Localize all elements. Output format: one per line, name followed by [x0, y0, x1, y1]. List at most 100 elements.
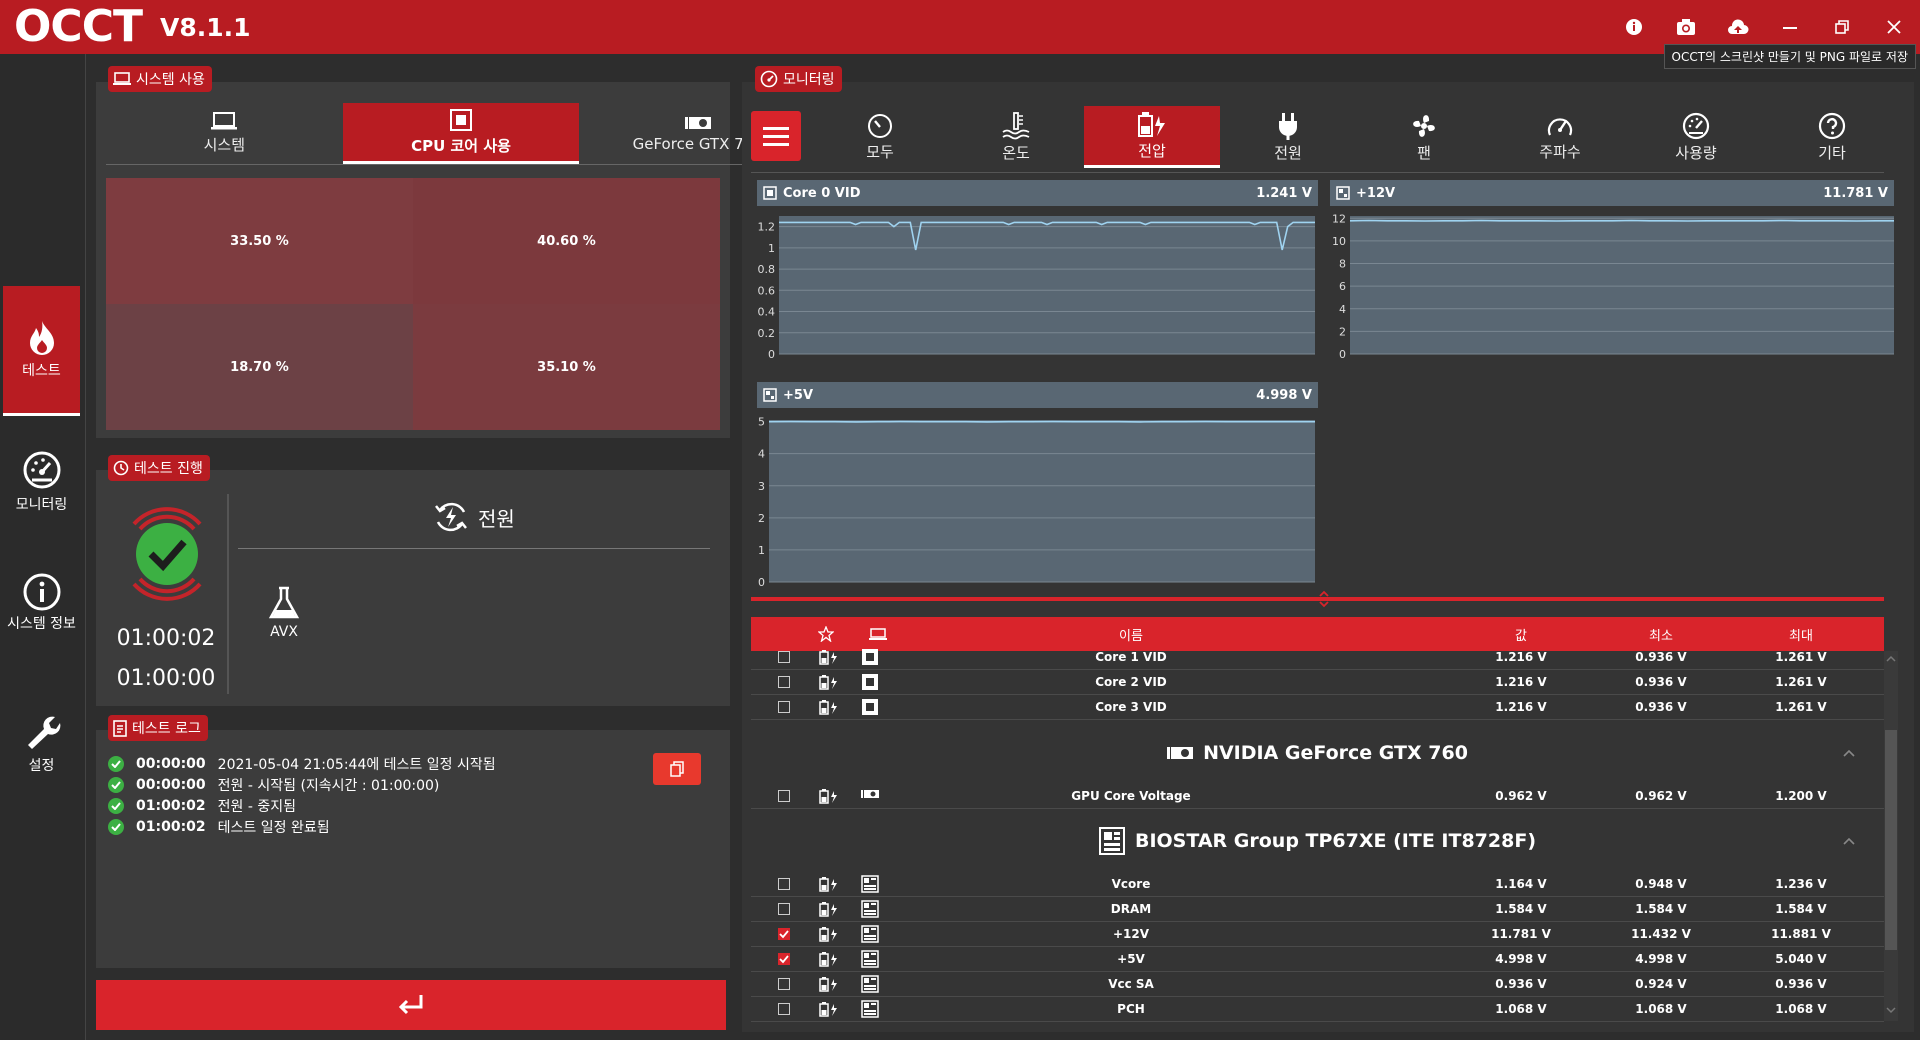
- tab-frequency[interactable]: 주파수: [1492, 106, 1628, 168]
- sidebar-item-system-info[interactable]: 시스템 정보: [3, 572, 80, 633]
- chart-12v: +12V 11.781 V 12 10 8 6 4 2 0: [1330, 180, 1894, 376]
- tab-all[interactable]: 모두: [812, 106, 948, 168]
- table-row[interactable]: Vcc SA 0.936 V 0.924 V 0.936 V: [751, 972, 1884, 997]
- cell-name: Core 2 VID: [1095, 675, 1167, 689]
- group-header-motherboard[interactable]: BIOSTAR Group TP67XE (ITE IT8728F): [751, 816, 1884, 866]
- y-tick-label: 0: [1339, 348, 1346, 361]
- splitter-handle-icon[interactable]: [1318, 589, 1330, 609]
- chevron-up-icon[interactable]: [1842, 836, 1856, 846]
- star-icon: [818, 626, 834, 642]
- y-tick-label: 4: [1339, 303, 1346, 316]
- camera-icon[interactable]: [1672, 13, 1700, 41]
- row-checkbox[interactable]: [778, 676, 790, 688]
- fan-icon: [1413, 114, 1435, 137]
- log-entry: 01:00:02 전원 - 중지됨: [108, 796, 296, 816]
- y-tick-label: 12: [1332, 212, 1346, 225]
- plot-area: [1350, 216, 1894, 354]
- battery-charge-icon: [819, 1001, 839, 1020]
- check-icon: [108, 756, 124, 772]
- close-icon[interactable]: [1880, 13, 1908, 41]
- tab-usage[interactable]: 사용량: [1628, 106, 1764, 168]
- row-checkbox[interactable]: [778, 953, 790, 965]
- tab-other[interactable]: 기타: [1764, 106, 1900, 168]
- cell-value: 1.216 V: [1495, 700, 1547, 714]
- sidebar-item-test[interactable]: 테스트: [3, 286, 80, 416]
- cell-value: 1.164 V: [1495, 877, 1547, 891]
- core-usage-cell: 33.50 %: [106, 178, 413, 304]
- hamburger-icon: [763, 127, 789, 146]
- power-cycle-icon: [435, 502, 467, 532]
- motherboard-icon: [861, 950, 879, 971]
- monitoring-tag: 모니터링: [755, 66, 842, 92]
- chart-value: 1.241 V: [1256, 185, 1312, 201]
- scroll-down-icon[interactable]: [1886, 1005, 1896, 1015]
- cell-value: 1.068 V: [1495, 1002, 1547, 1016]
- sidebar-item-settings[interactable]: 설정: [3, 711, 80, 775]
- return-button[interactable]: [96, 980, 726, 1030]
- row-checkbox[interactable]: [778, 978, 790, 990]
- gauge-icon: [23, 451, 60, 489]
- cell-max: 1.584 V: [1775, 902, 1827, 916]
- minimize-icon[interactable]: [1776, 13, 1804, 41]
- divider: [751, 172, 1884, 173]
- menu-button[interactable]: [751, 111, 801, 161]
- tab-system[interactable]: 시스템: [106, 103, 343, 164]
- gauge-icon: [760, 70, 778, 88]
- divider: [238, 548, 710, 549]
- sidebar-item-monitoring[interactable]: 모니터링: [3, 450, 80, 514]
- check-icon: [108, 798, 124, 814]
- table-row[interactable]: +5V 4.998 V 4.998 V 5.040 V: [751, 947, 1884, 972]
- cell-value: 1.216 V: [1495, 650, 1547, 664]
- tab-fan[interactable]: 팬: [1356, 106, 1492, 168]
- plot-area: [779, 216, 1315, 354]
- tab-cpu-core-usage[interactable]: CPU 코어 사용: [342, 103, 580, 164]
- copy-log-button[interactable]: [653, 753, 701, 785]
- laptop-icon: [113, 72, 131, 85]
- row-checkbox[interactable]: [778, 903, 790, 915]
- table-row[interactable]: Vcore 1.164 V 0.948 V 1.236 V: [751, 872, 1884, 897]
- app-version: V8.1.1: [160, 12, 251, 42]
- info-icon[interactable]: [1620, 13, 1648, 41]
- y-tick-label: 1: [758, 544, 765, 557]
- table-row[interactable]: +12V 11.781 V 11.432 V 11.881 V: [751, 922, 1884, 947]
- tab-voltage[interactable]: 전압: [1084, 106, 1220, 168]
- row-checkbox[interactable]: [778, 928, 790, 940]
- battery-charge-icon: [819, 876, 839, 895]
- y-tick-label: 0: [768, 348, 775, 361]
- group-header-gpu[interactable]: NVIDIA GeForce GTX 760: [751, 728, 1884, 778]
- row-checkbox[interactable]: [778, 651, 790, 663]
- table-row[interactable]: PCH 1.068 V 1.068 V 1.068 V: [751, 997, 1884, 1022]
- check-icon: [108, 777, 124, 793]
- flask-icon: [268, 586, 300, 619]
- cell-min: 4.998 V: [1635, 952, 1687, 966]
- row-checkbox[interactable]: [778, 878, 790, 890]
- restore-icon[interactable]: [1828, 13, 1856, 41]
- scrollbar-thumb[interactable]: [1885, 730, 1897, 950]
- chevron-up-icon[interactable]: [1842, 748, 1856, 758]
- sidebar-item-label: 시스템 정보: [7, 616, 76, 632]
- sidebar-item-label: 설정: [28, 758, 55, 774]
- return-icon: [398, 995, 423, 1015]
- chart-title: +5V: [783, 387, 813, 403]
- cell-max: 1.200 V: [1775, 789, 1827, 803]
- cloud-upload-icon[interactable]: [1724, 13, 1752, 41]
- row-checkbox[interactable]: [778, 701, 790, 713]
- table-row[interactable]: GPU Core Voltage 0.962 V 0.962 V 1.200 V: [751, 784, 1884, 809]
- flame-icon: [29, 321, 54, 355]
- row-checkbox[interactable]: [778, 790, 790, 802]
- tab-power[interactable]: 전원: [1220, 106, 1356, 168]
- cell-max: 1.261 V: [1775, 700, 1827, 714]
- log-entry: 00:00:00 전원 - 시작됨 (지속시간 : 01:00:00): [108, 775, 439, 795]
- table-row[interactable]: Core 2 VID 1.216 V 0.936 V 1.261 V: [751, 670, 1884, 695]
- table-row[interactable]: DRAM 1.584 V 1.584 V 1.584 V: [751, 897, 1884, 922]
- timer-icon: [113, 460, 129, 476]
- table-row[interactable]: Core 1 VID 1.216 V 0.936 V 1.261 V: [751, 645, 1884, 670]
- cell-name: GPU Core Voltage: [1071, 789, 1191, 803]
- gauge-icon: [1682, 112, 1710, 139]
- tab-temperature[interactable]: 온도: [948, 106, 1084, 168]
- scroll-up-icon[interactable]: [1886, 654, 1896, 664]
- test-type: 전원: [432, 498, 515, 536]
- cell-value: 4.998 V: [1495, 952, 1547, 966]
- row-checkbox[interactable]: [778, 1003, 790, 1015]
- table-row[interactable]: Core 3 VID 1.216 V 0.936 V 1.261 V: [751, 695, 1884, 720]
